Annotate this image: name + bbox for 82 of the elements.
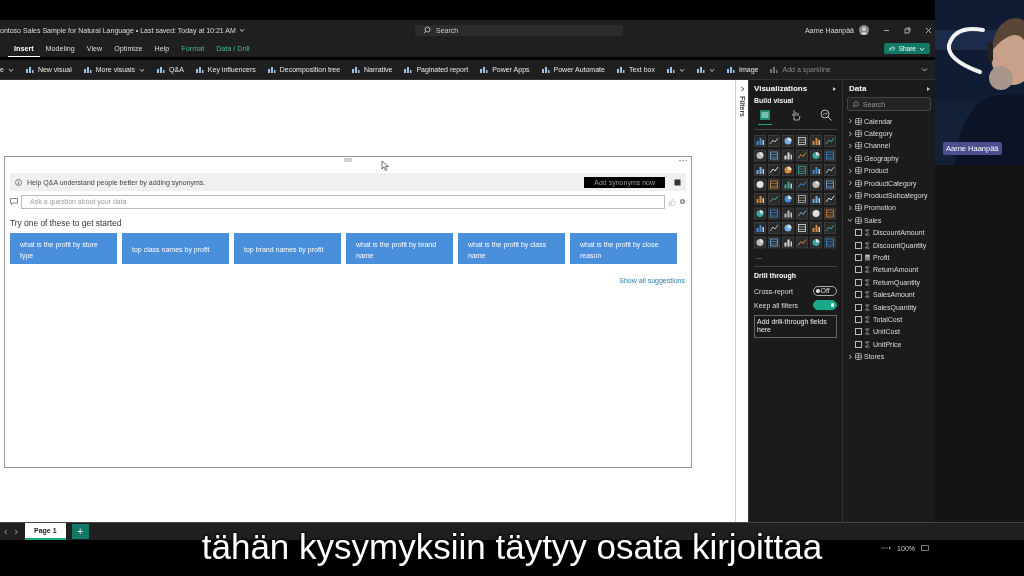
table-icon bbox=[855, 167, 862, 175]
chart-icon bbox=[403, 65, 413, 74]
add-page-button[interactable]: + bbox=[71, 524, 89, 539]
chart-icon bbox=[666, 65, 675, 74]
avatar-icon bbox=[859, 25, 869, 35]
stop-icon[interactable] bbox=[674, 178, 681, 186]
expand-icon[interactable] bbox=[847, 204, 853, 211]
table-icon bbox=[855, 204, 862, 212]
chart-icon bbox=[615, 65, 625, 74]
expand-icon[interactable] bbox=[847, 155, 853, 162]
build-visual-tab[interactable] bbox=[758, 107, 772, 125]
restore-icon[interactable] bbox=[904, 26, 911, 34]
chart-icon bbox=[540, 65, 550, 74]
table-icon bbox=[855, 154, 862, 162]
chart-icon bbox=[156, 65, 166, 74]
toolbar-button[interactable] bbox=[696, 65, 715, 74]
checkbox[interactable] bbox=[855, 315, 862, 323]
zoom-slider-icon[interactable] bbox=[881, 545, 892, 551]
checkbox[interactable] bbox=[855, 229, 862, 237]
caret-icon bbox=[238, 27, 245, 33]
expand-icon[interactable] bbox=[847, 180, 853, 187]
table-icon bbox=[855, 353, 862, 361]
expand-icon[interactable] bbox=[847, 142, 853, 149]
caret-icon bbox=[139, 66, 146, 73]
info-icon bbox=[15, 178, 22, 186]
search-icon bbox=[852, 100, 859, 108]
expand-icon[interactable] bbox=[847, 130, 853, 137]
checkbox[interactable] bbox=[855, 241, 862, 249]
next-page-icon[interactable] bbox=[14, 528, 19, 535]
caret-icon bbox=[709, 66, 715, 73]
grip-icon[interactable] bbox=[344, 158, 352, 163]
toolbar-button[interactable] bbox=[666, 65, 685, 74]
checkbox[interactable] bbox=[855, 254, 862, 261]
chart-icon bbox=[82, 65, 92, 74]
cursor-icon bbox=[381, 160, 389, 171]
checkbox[interactable] bbox=[855, 340, 862, 348]
expand-icon[interactable] bbox=[847, 192, 853, 199]
previous-page-icon[interactable] bbox=[3, 528, 8, 535]
settings-icon[interactable] bbox=[679, 198, 686, 205]
chart-icon bbox=[726, 65, 735, 74]
table-icon bbox=[855, 192, 862, 200]
expand-icon[interactable] bbox=[926, 85, 931, 92]
chat-icon bbox=[10, 198, 18, 205]
caret-icon bbox=[679, 66, 685, 73]
chart-icon bbox=[696, 65, 705, 74]
toggle-switch[interactable] bbox=[813, 300, 837, 310]
search-icon bbox=[423, 26, 431, 34]
collapse-icon[interactable] bbox=[921, 66, 928, 73]
visual-gallery-drawing[interactable] bbox=[754, 135, 837, 251]
pane-title: Data bbox=[849, 84, 867, 93]
chart-icon bbox=[194, 65, 204, 74]
expand-icon[interactable] bbox=[832, 85, 837, 92]
tab-icon bbox=[758, 107, 772, 122]
chart-icon bbox=[266, 65, 276, 74]
share-icon bbox=[888, 45, 896, 52]
chart-icon bbox=[351, 65, 361, 74]
caret-icon bbox=[919, 45, 925, 52]
table-icon bbox=[855, 130, 862, 138]
fit-page-icon[interactable] bbox=[921, 545, 929, 551]
subtitle-caption: tähän kysymyksiin täytyy osata kirjoittaa bbox=[201, 527, 823, 567]
close-icon[interactable] bbox=[925, 26, 932, 34]
checkbox[interactable] bbox=[855, 291, 862, 299]
tab-icon bbox=[819, 107, 833, 122]
chart-icon bbox=[479, 65, 489, 74]
checkbox[interactable] bbox=[855, 303, 862, 311]
caret-icon bbox=[7, 66, 14, 73]
chart-icon bbox=[24, 65, 34, 74]
expand-icon[interactable] bbox=[847, 167, 853, 174]
expand-icon[interactable] bbox=[847, 118, 853, 125]
table-icon bbox=[855, 142, 862, 150]
collapse-icon[interactable] bbox=[739, 86, 745, 92]
checkbox[interactable] bbox=[855, 328, 862, 336]
expand-icon[interactable] bbox=[847, 353, 853, 360]
chart-icon bbox=[769, 65, 779, 74]
checkbox[interactable] bbox=[855, 278, 862, 286]
pane-title: Visualizations bbox=[754, 84, 808, 93]
table-icon bbox=[855, 117, 862, 125]
table-icon bbox=[855, 216, 862, 224]
table-icon bbox=[855, 179, 862, 187]
checkbox[interactable] bbox=[855, 266, 862, 274]
calculator-icon bbox=[864, 254, 871, 261]
suggestions-heading: Try one of these to get started bbox=[10, 218, 123, 228]
